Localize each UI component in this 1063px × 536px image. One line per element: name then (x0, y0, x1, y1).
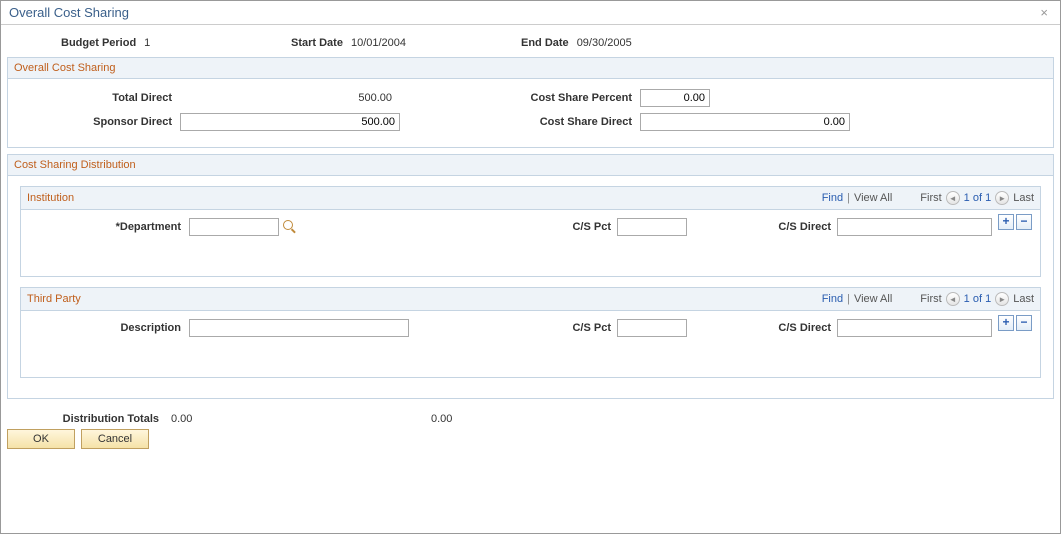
dialog-title: Overall Cost Sharing (9, 5, 129, 20)
third-party-subsection: Third Party Find | View All First ◄ 1 of… (20, 287, 1041, 378)
institution-next-icon[interactable]: ► (995, 191, 1009, 205)
dist-section-header: Cost Sharing Distribution (8, 155, 1053, 176)
third-party-title: Third Party (27, 293, 81, 305)
nav-separator: | (847, 293, 850, 305)
institution-last-label: Last (1013, 192, 1034, 204)
tp-cs-pct-area: C/S Pct (557, 319, 687, 337)
institution-row: *Department C/S Pct C/S Direct (29, 218, 1032, 236)
third-party-header: Third Party Find | View All First ◄ 1 of… (21, 288, 1040, 311)
third-party-body: + − Description C/S Pct (21, 311, 1040, 377)
tp-cs-pct-input[interactable] (617, 319, 687, 337)
description-label: Description (29, 322, 189, 334)
nav-separator: | (847, 192, 850, 204)
end-date-value: 09/30/2005 (577, 37, 632, 49)
department-field-group (189, 218, 297, 236)
tp-cs-direct-area: C/S Direct (727, 319, 992, 337)
institution-first-label: First (920, 192, 941, 204)
inst-cs-direct-input[interactable] (837, 218, 992, 236)
third-party-next-icon[interactable]: ► (995, 292, 1009, 306)
start-date-value: 10/01/2004 (351, 37, 406, 49)
institution-viewall[interactable]: View All (854, 192, 892, 204)
ocs-section-body: Total Direct 500.00 Cost Share Percent S… (8, 79, 1053, 147)
ocs-row-1: Total Direct 500.00 Cost Share Percent (20, 89, 1041, 107)
sponsor-direct-input[interactable] (180, 113, 400, 131)
close-icon[interactable]: × (1036, 5, 1052, 20)
department-label: *Department (29, 221, 189, 233)
ok-button[interactable]: OK (7, 429, 75, 449)
third-party-first-label: First (920, 293, 941, 305)
total-direct-label: Total Direct (20, 92, 180, 104)
institution-pager[interactable]: 1 of 1 (964, 192, 992, 204)
end-date: End Date 09/30/2005 (521, 37, 751, 49)
tp-cs-pct-label: C/S Pct (557, 322, 617, 334)
description-input[interactable] (189, 319, 409, 337)
institution-body: + − *Department C/S Pct (21, 210, 1040, 276)
overall-cost-sharing-section: Overall Cost Sharing Total Direct 500.00… (7, 57, 1054, 148)
description-field-group (189, 319, 409, 337)
institution-prev-icon[interactable]: ◄ (946, 191, 960, 205)
inst-cs-pct-input[interactable] (617, 218, 687, 236)
ocs-section-header: Overall Cost Sharing (8, 58, 1053, 79)
budget-period-value: 1 (144, 37, 150, 49)
third-party-find-link[interactable]: Find (822, 293, 843, 305)
end-date-label: End Date (521, 37, 569, 49)
third-party-add-remove: + − (998, 315, 1032, 331)
cost-share-percent-input[interactable] (640, 89, 710, 107)
department-lookup-icon[interactable] (283, 220, 297, 234)
distribution-totals-val2: 0.00 (431, 413, 511, 425)
dialog: Overall Cost Sharing × Budget Period 1 S… (0, 0, 1061, 534)
cost-share-direct-input[interactable] (640, 113, 850, 131)
inst-cs-pct-area: C/S Pct (557, 218, 687, 236)
institution-header: Institution Find | View All First ◄ 1 of… (21, 187, 1040, 210)
inst-cs-pct-label: C/S Pct (557, 221, 617, 233)
third-party-nav: Find | View All First ◄ 1 of 1 ► Last (822, 292, 1034, 306)
institution-add-row-button[interactable]: + (998, 214, 1014, 230)
department-input[interactable] (189, 218, 279, 236)
third-party-last-label: Last (1013, 293, 1034, 305)
budget-period-label: Budget Period (61, 37, 136, 49)
cost-share-direct-label: Cost Share Direct (500, 116, 640, 128)
inst-cs-direct-label: C/S Direct (727, 221, 837, 233)
dist-section-body: Institution Find | View All First ◄ 1 of… (8, 176, 1053, 398)
cancel-button[interactable]: Cancel (81, 429, 149, 449)
institution-add-remove: + − (998, 214, 1032, 230)
third-party-remove-row-button[interactable]: − (1016, 315, 1032, 331)
budget-info-row: Budget Period 1 Start Date 10/01/2004 En… (1, 25, 1060, 57)
third-party-row: Description C/S Pct C/S Direct (29, 319, 1032, 337)
total-direct-value: 500.00 (180, 92, 400, 104)
inst-cs-direct-area: C/S Direct (727, 218, 992, 236)
third-party-prev-icon[interactable]: ◄ (946, 292, 960, 306)
cost-share-percent-label: Cost Share Percent (500, 92, 640, 104)
cost-sharing-distribution-section: Cost Sharing Distribution Institution Fi… (7, 154, 1054, 399)
start-date-label: Start Date (291, 37, 343, 49)
tp-cs-direct-input[interactable] (837, 319, 992, 337)
institution-find-link[interactable]: Find (822, 192, 843, 204)
ocs-row-2: Sponsor Direct Cost Share Direct (20, 113, 1041, 131)
button-row: OK Cancel (1, 429, 1060, 455)
institution-nav: Find | View All First ◄ 1 of 1 ► Last (822, 191, 1034, 205)
institution-remove-row-button[interactable]: − (1016, 214, 1032, 230)
third-party-viewall[interactable]: View All (854, 293, 892, 305)
budget-period: Budget Period 1 (61, 37, 291, 49)
distribution-totals-val1: 0.00 (171, 413, 251, 425)
third-party-add-row-button[interactable]: + (998, 315, 1014, 331)
start-date: Start Date 10/01/2004 (291, 37, 521, 49)
distribution-totals-label: Distribution Totals (31, 413, 171, 425)
institution-subsection: Institution Find | View All First ◄ 1 of… (20, 186, 1041, 277)
sponsor-direct-label: Sponsor Direct (20, 116, 180, 128)
institution-title: Institution (27, 192, 74, 204)
dialog-header: Overall Cost Sharing × (1, 1, 1060, 25)
tp-cs-direct-label: C/S Direct (727, 322, 837, 334)
third-party-pager[interactable]: 1 of 1 (964, 293, 992, 305)
distribution-totals-row: Distribution Totals 0.00 0.00 (1, 405, 1060, 429)
